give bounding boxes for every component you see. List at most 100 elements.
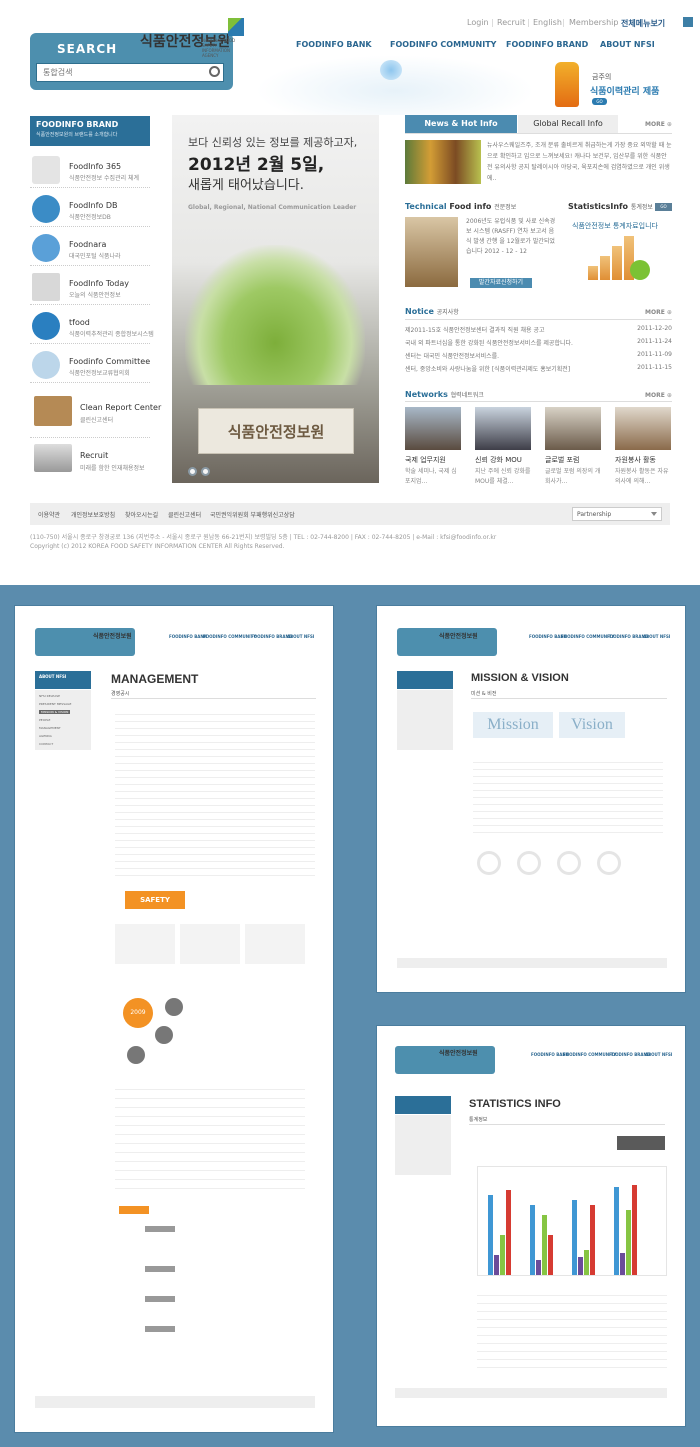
mini-footer xyxy=(35,1396,315,1408)
banner-line-1: 보다 신뢰성 있는 정보를 제공하고자, xyxy=(188,136,358,149)
notice-text[interactable]: 제2011-15호 식품안전정보센터 결과직 직원 채용 공고 xyxy=(405,327,545,334)
statistics-go-button[interactable]: GO xyxy=(655,203,672,211)
mini-vision-heading: Vision xyxy=(559,712,625,738)
mini-card xyxy=(245,924,305,964)
notice-more-link[interactable]: MORE xyxy=(645,309,672,316)
brand-item-name: Recruit xyxy=(80,451,109,460)
brand-item-name: FoodInfo 365 xyxy=(69,162,122,171)
notice-text[interactable]: 센터는 대국민 식품안전정보서비스를. xyxy=(405,353,499,360)
gnb-foodinfo-brand[interactable]: FOODINFO BRAND xyxy=(506,40,588,49)
footer-link-clean-report[interactable]: 클린신고센터 xyxy=(168,510,201,519)
tab-global-recall-info[interactable]: Global Recall Info xyxy=(518,115,618,133)
gnb-foodinfo-community[interactable]: FOODINFO COMMUNITY xyxy=(390,40,496,49)
technical-title-rest: Food info xyxy=(446,202,492,211)
mini-button xyxy=(145,1226,175,1232)
search-icon[interactable] xyxy=(209,66,220,77)
notice-row[interactable]: 센터, 중앙소비와 사랑나눔을 위한 [식품이력관리제도 홍보기획전] 2011-… xyxy=(405,364,672,376)
news-text[interactable]: 뉴사우스웨일즈주, 조개 분류 출비르게 취급하는게 가장 중요 외막할 때 눈… xyxy=(487,140,672,184)
news-thumbnail[interactable] xyxy=(405,140,481,184)
banner-tagline: Global, Regional, National Communication… xyxy=(188,204,357,211)
notice-row[interactable]: 센터는 대국민 식품안전정보서비스를. 2011-11-09 xyxy=(405,351,672,363)
network-thumbnail[interactable] xyxy=(475,407,531,450)
notice-date: 2011-11-24 xyxy=(637,338,672,345)
network-desc: 글로벌 포럼 의장의 개회사가... xyxy=(545,468,601,485)
banner-pager-dot[interactable] xyxy=(188,467,197,476)
notice-text[interactable]: 센터, 중앙소비와 사랑나눔을 위한 [식품이력관리제도 홍보기획전] xyxy=(405,366,570,373)
mini-timeline-circle xyxy=(165,998,183,1016)
mini-safety-badge: SAFETY xyxy=(125,891,185,909)
menu-icon[interactable] xyxy=(683,17,693,27)
network-title[interactable]: 국제 업무지원 xyxy=(405,455,446,465)
mini-bar xyxy=(578,1257,583,1275)
mini-divider xyxy=(471,698,667,699)
statistics-caption[interactable]: 식품안전정보 통계자료입니다 xyxy=(572,221,658,231)
divider xyxy=(405,133,672,134)
committee-icon xyxy=(32,351,60,379)
gnb-about-nfsi[interactable]: ABOUT NFSI xyxy=(600,40,655,49)
network-title[interactable]: 자원봉사 활동 xyxy=(615,455,656,465)
stat-bar xyxy=(612,246,622,280)
mini-side-item: AGENDA xyxy=(39,734,52,738)
footer-link-terms[interactable]: 이용약관 xyxy=(38,510,60,519)
network-title[interactable]: 신뢰 강화 MOU xyxy=(475,455,522,465)
ad-go-button[interactable]: GO xyxy=(592,98,607,105)
util-membership[interactable]: Membership xyxy=(569,18,618,27)
footer-link-directions[interactable]: 찾아오시는길 xyxy=(125,510,158,519)
network-thumbnail[interactable] xyxy=(545,407,601,450)
notice-date: 2011-12-20 xyxy=(637,325,672,332)
notice-row[interactable]: 국내 외 파트너십을 통한 강화된 식품안전정보서비스를 제공합니다. 2011-… xyxy=(405,338,672,350)
util-recruit[interactable]: Recruit xyxy=(497,18,525,27)
mini-gnb: FOODINFO BRAND xyxy=(609,1052,651,1057)
trace-icon xyxy=(32,312,60,340)
mini-bar xyxy=(506,1190,511,1275)
brand-item-desc: 식품안전정보교류협의회 xyxy=(69,370,130,377)
notice-row[interactable]: 제2011-15호 식품안전정보센터 결과직 직원 채용 공고 2011-12-2… xyxy=(405,325,672,337)
partnership-select[interactable]: Partnership xyxy=(572,507,662,521)
footer-link-privacy[interactable]: 개인정보보호방침 xyxy=(71,510,115,519)
statistics-title: StatisticsInfo 통계정보 xyxy=(568,202,653,211)
mini-timeline-circle xyxy=(127,1046,145,1064)
mini-side-title: ABOUT NFSI xyxy=(39,674,67,679)
all-menu-link[interactable]: 전체메뉴보기 xyxy=(621,18,665,29)
technical-text[interactable]: 2006년도 유럽식품 및 사료 신속경보 시스템 (RASFF) 연차 보고서… xyxy=(466,217,556,257)
networks-title-hl: Networks xyxy=(405,390,448,399)
mini-value-circle xyxy=(477,851,501,875)
folder-icon xyxy=(34,396,72,426)
footer-link-acrc[interactable]: 국민권익위원회 부패행위신고상담 xyxy=(210,510,295,519)
search-input[interactable] xyxy=(36,63,224,82)
ad-title[interactable]: 식품이력관리 제품 xyxy=(590,84,659,97)
brand-item-desc: 식품안전정보 수집관리 체계 xyxy=(69,175,140,182)
mini-card xyxy=(115,924,175,964)
util-english[interactable]: English xyxy=(533,18,562,27)
mini-sidebar xyxy=(397,690,453,750)
util-divider: | xyxy=(491,18,494,27)
notice-date: 2011-11-09 xyxy=(637,351,672,358)
notice-text[interactable]: 국내 외 파트너십을 통한 강화된 식품안전정보서비스를 제공합니다. xyxy=(405,340,573,347)
subpage-statistics: 식품안전정보원 FOODINFO BANK FOODINFO COMMUNITY… xyxy=(376,1025,686,1427)
brand-item-name: Foodnara xyxy=(69,240,107,249)
network-desc: 지난 주에 신뢰 강화를 MOU를 체결... xyxy=(475,468,531,485)
juice-bottle-image[interactable] xyxy=(555,62,579,107)
technical-thumbnail[interactable] xyxy=(405,217,458,287)
mini-side-item: CONTACT xyxy=(39,742,54,746)
mini-button xyxy=(145,1326,175,1332)
gnb-foodinfo-bank[interactable]: FOODINFO BANK xyxy=(296,40,372,49)
banner-pager-dot[interactable] xyxy=(201,467,210,476)
util-login[interactable]: Login xyxy=(467,18,489,27)
mini-data-table xyxy=(477,1288,667,1368)
network-desc: 자원봉사 활동은 자유의사에 의해... xyxy=(615,468,669,485)
publication-request-button[interactable]: 발간자료신청하기 xyxy=(470,278,532,288)
mini-bar xyxy=(584,1250,589,1275)
tab-news-hot-info[interactable]: News & Hot Info xyxy=(405,115,517,133)
news-more-link[interactable]: MORE xyxy=(645,121,672,128)
mini-timeline-circle xyxy=(155,1026,173,1044)
brand-item-desc: 식품이력추적관리 종합정보시스템 xyxy=(69,331,154,338)
sprouts-image xyxy=(185,245,365,385)
mini-info-badge xyxy=(617,1136,665,1150)
network-thumbnail[interactable] xyxy=(405,407,461,450)
mini-text-block xyxy=(115,1081,305,1191)
networks-more-link[interactable]: MORE xyxy=(645,392,672,399)
network-title[interactable]: 글로벌 포럼 xyxy=(545,455,579,465)
network-thumbnail[interactable] xyxy=(615,407,671,450)
mini-page-title: STATISTICS INFO xyxy=(469,1098,561,1110)
